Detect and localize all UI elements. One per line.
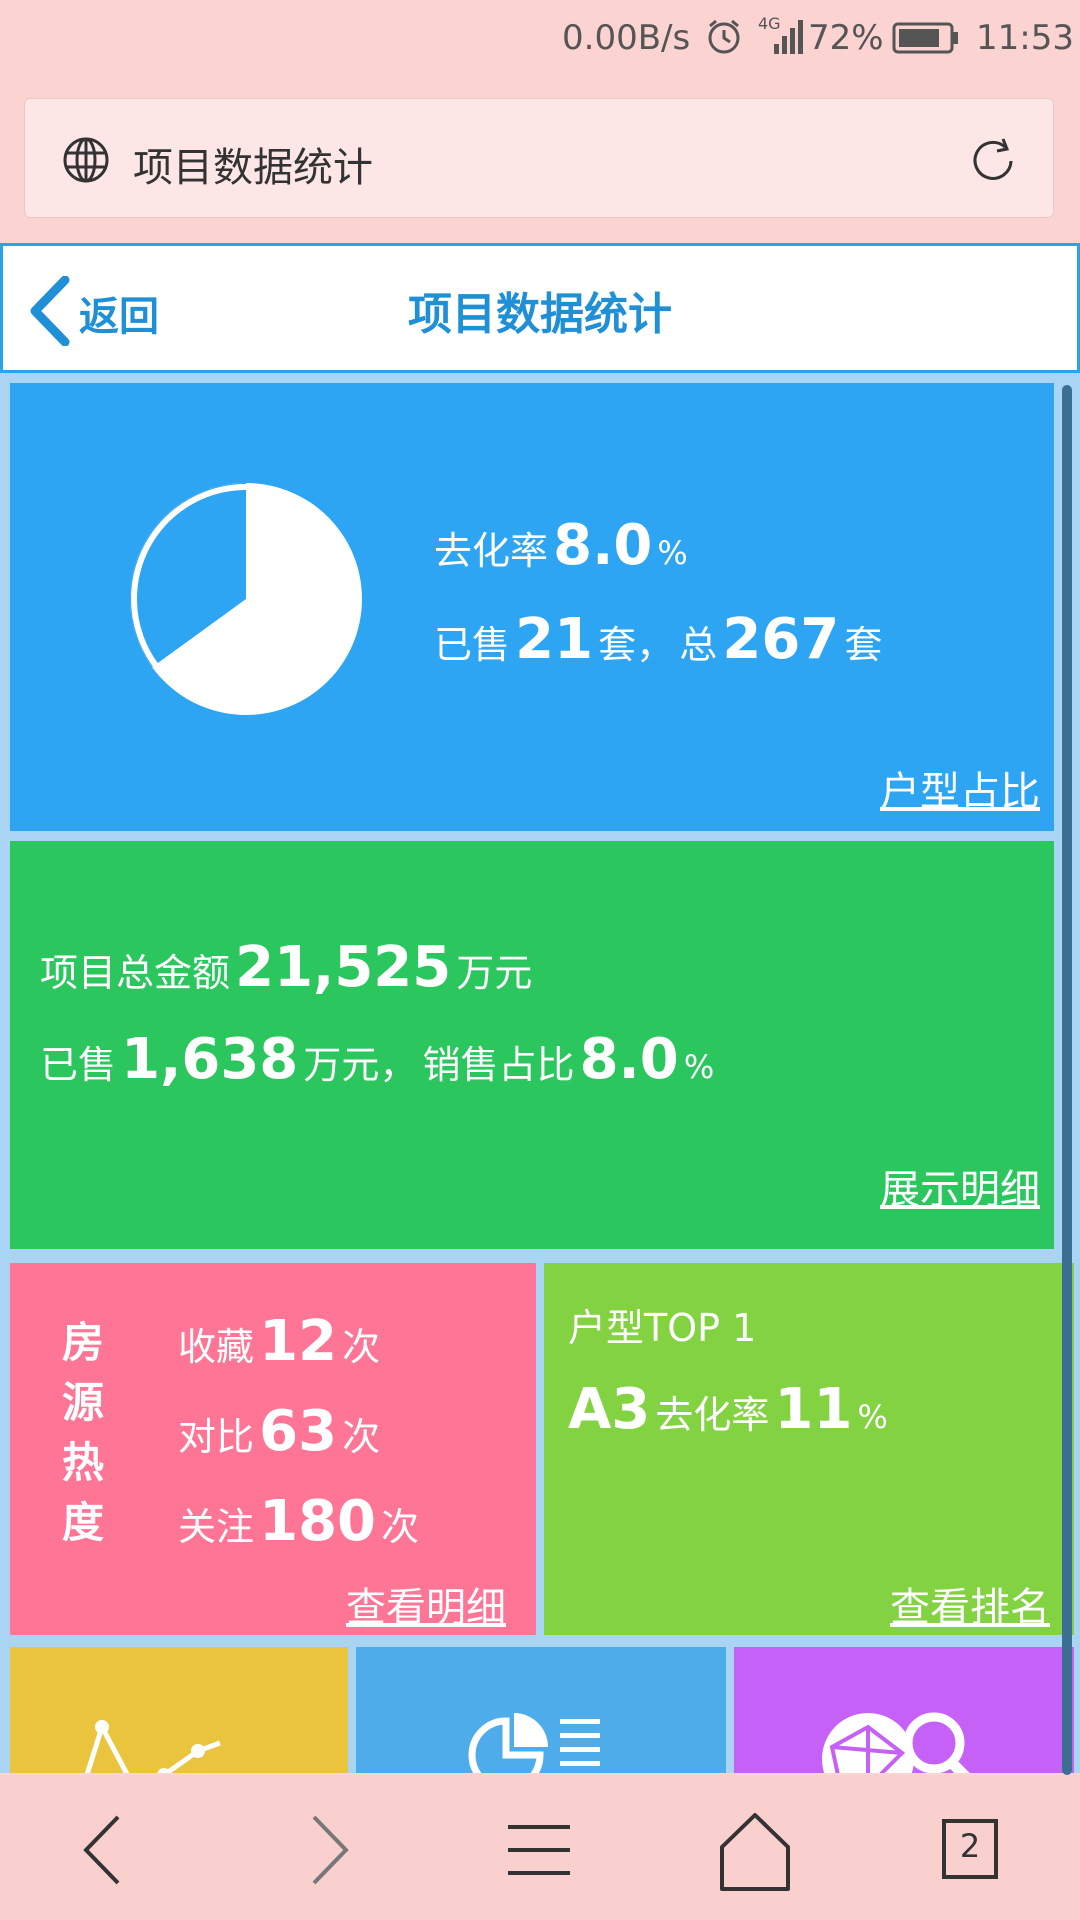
top-title: 户型TOP 1: [568, 1306, 757, 1350]
heat-row-unit: 次: [342, 1415, 381, 1459]
sales-ratio-label: 销售占比: [422, 1043, 575, 1087]
signal-icon: [770, 16, 806, 65]
sold-value: 21: [515, 607, 594, 672]
heat-row-compare: 对比 63 次: [178, 1399, 380, 1464]
total-unit: 套: [844, 623, 883, 667]
rate-unit: %: [657, 534, 688, 572]
heat-title-char: 源: [62, 1378, 105, 1427]
top-unit-type-tile[interactable]: 户型TOP 1 A3 去化率 11 % 查看排名: [544, 1263, 1074, 1635]
heat-row-unit: 次: [381, 1505, 420, 1549]
total-value: 267: [722, 607, 840, 672]
sales-ratio-value: 8.0: [579, 1027, 679, 1092]
heat-row-unit: 次: [342, 1325, 381, 1369]
heat-row-label: 收藏: [178, 1325, 255, 1369]
sales-ratio-unit: %: [683, 1048, 715, 1086]
total-amount-unit: 万元: [456, 951, 533, 995]
tabs-button[interactable]: 2: [924, 1805, 1014, 1895]
rate-value: 8.0: [553, 513, 653, 578]
scrollbar[interactable]: [1062, 385, 1072, 1775]
heat-title: 房 源 热 度: [62, 1313, 122, 1553]
sales-rate-tile[interactable]: 去化率 8.0 % 已售 21 套， 总 267 套 户型占比: [10, 383, 1054, 831]
top-rate-unit: %: [857, 1398, 888, 1436]
sold-label: 已售: [434, 623, 511, 667]
total-amount-line: 项目总金额 21,525 万元: [40, 935, 532, 1000]
page-title: 项目数据统计: [408, 289, 672, 340]
globe-icon: [61, 135, 111, 189]
heat-row-label: 关注: [178, 1505, 255, 1549]
top-rate-line: A3 去化率 11 %: [568, 1377, 888, 1442]
home-icon[interactable]: [710, 1805, 800, 1895]
heat-row-label: 对比: [178, 1415, 255, 1459]
heat-title-char: 房: [62, 1318, 105, 1367]
sold-unit: 套，: [598, 623, 675, 667]
amount-tile[interactable]: 项目总金额 21,525 万元 已售 1,638 万元， 销售占比 8.0 % …: [10, 841, 1054, 1249]
browser-bottom-nav: 2: [0, 1775, 1080, 1920]
alarm-icon: [704, 16, 744, 65]
status-bar: 0.00B/s 4G 72% 11:53: [0, 0, 1080, 80]
rate-line: 去化率 8.0 %: [434, 513, 688, 578]
sold-amount-unit: 万元，: [303, 1043, 418, 1087]
top-type-value: A3: [568, 1377, 651, 1442]
clock: 11:53: [976, 18, 1074, 58]
trend-tile[interactable]: [10, 1647, 348, 1773]
total-amount-value: 21,525: [235, 935, 452, 1000]
heat-row-follow: 关注 180 次: [178, 1489, 419, 1554]
top-rate-value: 11: [774, 1377, 853, 1442]
pie-list-icon: [468, 1713, 600, 1773]
heat-title-char: 热: [62, 1438, 105, 1487]
back-arrow-icon[interactable]: [62, 1805, 152, 1895]
pie-chart-icon: [130, 483, 362, 715]
sold-amount-line: 已售 1,638 万元， 销售占比 8.0 %: [40, 1027, 714, 1092]
rate-label: 去化率: [434, 529, 549, 573]
total-label: 总: [679, 623, 718, 667]
report-tile[interactable]: [356, 1647, 726, 1773]
network-search-icon: [822, 1712, 970, 1773]
sold-amount-label: 已售: [40, 1043, 117, 1087]
sold-line: 已售 21 套， 总 267 套: [434, 607, 882, 672]
app-header: 返回 项目数据统计: [0, 243, 1080, 373]
listing-heat-tile[interactable]: 房 源 热 度 收藏 12 次 对比 63 次 关注 180 次 查看明细: [10, 1263, 536, 1635]
tab-count: 2: [959, 1827, 981, 1865]
net-speed: 0.00B/s: [562, 18, 691, 58]
browser-address-bar[interactable]: 项目数据统计: [24, 98, 1054, 218]
browser-page-title: 项目数据统计: [133, 145, 373, 191]
heat-row-value: 63: [259, 1399, 338, 1464]
battery-percent: 72%: [808, 18, 884, 58]
search-tile[interactable]: [734, 1647, 1074, 1773]
total-amount-label: 项目总金额: [40, 951, 231, 995]
unit-type-ratio-link[interactable]: 户型占比: [880, 759, 1040, 817]
show-detail-link[interactable]: 展示明细: [880, 1157, 1040, 1215]
refresh-icon[interactable]: [965, 133, 1021, 193]
top-rate-label: 去化率: [655, 1393, 770, 1437]
line-chart-icon: [84, 1720, 221, 1773]
forward-arrow-icon[interactable]: [280, 1805, 370, 1895]
dashboard: 去化率 8.0 % 已售 21 套， 总 267 套 户型占比 项目总金额 21…: [0, 373, 1080, 1773]
heat-row-value: 180: [259, 1489, 377, 1554]
heat-row-favorite: 收藏 12 次: [178, 1309, 380, 1374]
battery-icon: [892, 22, 960, 63]
view-detail-link[interactable]: 查看明细: [346, 1575, 506, 1633]
view-ranking-link[interactable]: 查看排名: [890, 1575, 1050, 1633]
heat-row-value: 12: [259, 1309, 338, 1374]
sold-amount-value: 1,638: [121, 1027, 299, 1092]
heat-title-char: 度: [62, 1498, 105, 1547]
menu-icon[interactable]: [494, 1805, 584, 1895]
